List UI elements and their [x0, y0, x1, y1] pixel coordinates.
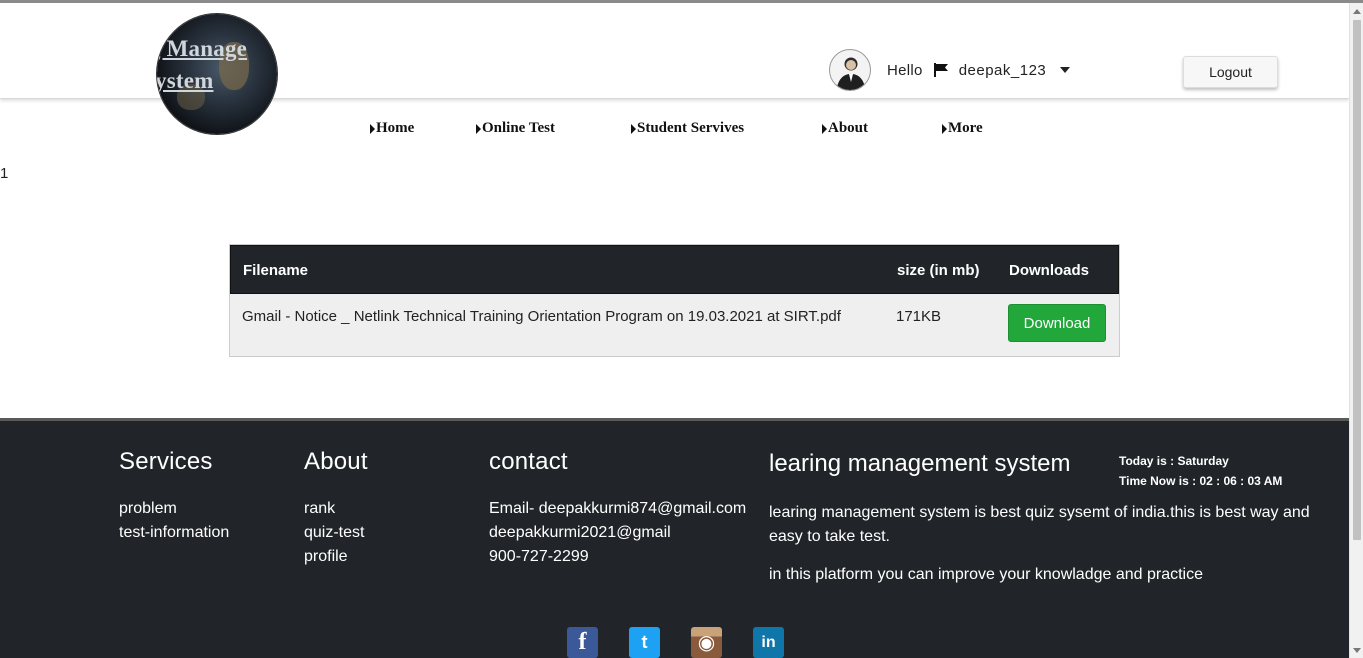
scrollbar[interactable] [1349, 3, 1363, 658]
footer-services-title: Services [119, 448, 213, 475]
footer-link-rank[interactable]: rank [304, 497, 368, 521]
contact-email-2: deepakkurmi2021@gmail [489, 524, 671, 541]
download-button[interactable]: Download [1008, 304, 1106, 342]
nav-label: Home [376, 120, 415, 136]
nav-label: More [948, 120, 983, 136]
col-downloads: Downloads [1009, 262, 1090, 279]
contact-email: Email- deepakkurmi874@gmail.com [489, 500, 747, 517]
caret-right-icon [476, 123, 481, 134]
user-menu[interactable]: Hello deepak_123 [829, 49, 1071, 91]
instagram-glyph: ◉ [697, 632, 716, 654]
logo-text-line2: ystem [157, 68, 214, 93]
nav-label: Online Test [482, 120, 555, 136]
nav-student-services[interactable]: Student Servives [631, 120, 744, 137]
contact-phone: 900-727-2299 [489, 548, 589, 565]
nav-label: About [828, 120, 869, 136]
caret-right-icon [942, 123, 947, 134]
logout-button[interactable]: Logout [1183, 56, 1278, 88]
caret-right-icon [631, 123, 636, 134]
footer-link-test-information[interactable]: test-information [119, 521, 229, 545]
footer-link-problem[interactable]: problem [119, 497, 229, 521]
lms-description-2: in this platform you can improve your kn… [769, 566, 1203, 583]
scroll-down-arrow-icon[interactable] [1353, 648, 1361, 653]
footer-about-title: About [304, 448, 368, 475]
file-name: Gmail - Notice _ Netlink Technical Train… [242, 308, 841, 325]
caret-right-icon [822, 123, 827, 134]
username-text: deepak_123 [958, 61, 1047, 79]
col-size: size (in mb) [897, 262, 980, 279]
today-text: Today is : Saturday [1119, 454, 1229, 468]
footer: Services problem test-information About … [0, 418, 1349, 658]
caret-right-icon [370, 123, 375, 134]
scroll-up-arrow-icon[interactable] [1353, 9, 1361, 14]
table-header: Filename size (in mb) Downloads [230, 245, 1119, 294]
nav-about[interactable]: About [822, 120, 868, 137]
files-table: Filename size (in mb) Downloads Gmail - … [229, 244, 1120, 357]
logo-text-line1: g Manage [157, 36, 248, 61]
page: Hello deepak_123 Logout g Manage ystem H… [0, 0, 1363, 658]
footer-services: Services problem test-information [119, 448, 229, 545]
flag-icon [933, 62, 949, 78]
greeting-text: Hello [887, 61, 923, 79]
nav-home[interactable]: Home [370, 120, 414, 137]
facebook-glyph: f [578, 629, 587, 655]
table-row: Gmail - Notice _ Netlink Technical Train… [230, 294, 1119, 356]
date-time: Today is : Saturday Time Now is : 02 : 0… [1119, 451, 1282, 491]
footer-about: About rank quiz-test profile [304, 448, 368, 569]
footer-link-profile[interactable]: profile [304, 545, 368, 569]
twitter-icon[interactable]: t [629, 627, 660, 658]
file-size: 171KB [896, 308, 942, 325]
lms-description: learing management system is best quiz s… [769, 504, 1310, 545]
stray-text: 1 [0, 165, 9, 182]
scroll-thumb[interactable] [1353, 20, 1361, 540]
avatar[interactable] [829, 49, 871, 91]
site-logo[interactable]: g Manage ystem [157, 14, 277, 134]
linkedin-glyph: in [761, 633, 776, 651]
nav-online-test[interactable]: Online Test [476, 120, 555, 137]
footer-contact-title: contact [489, 448, 568, 475]
linkedin-icon[interactable]: in [753, 627, 784, 658]
twitter-glyph: t [641, 632, 648, 652]
footer-link-quiz-test[interactable]: quiz-test [304, 521, 368, 545]
lms-title: learing management system [769, 450, 1071, 477]
footer-contact: contact Email- deepakkurmi874@gmail.com … [489, 448, 746, 569]
time-text: Time Now is : 02 : 06 : 03 AM [1119, 474, 1283, 488]
instagram-icon[interactable]: ◉ [691, 627, 722, 658]
chevron-down-icon[interactable] [1060, 67, 1071, 73]
col-filename: Filename [243, 262, 309, 279]
nav-label: Student Servives [637, 120, 745, 136]
nav-more[interactable]: More [942, 120, 983, 137]
facebook-icon[interactable]: f [567, 627, 598, 658]
